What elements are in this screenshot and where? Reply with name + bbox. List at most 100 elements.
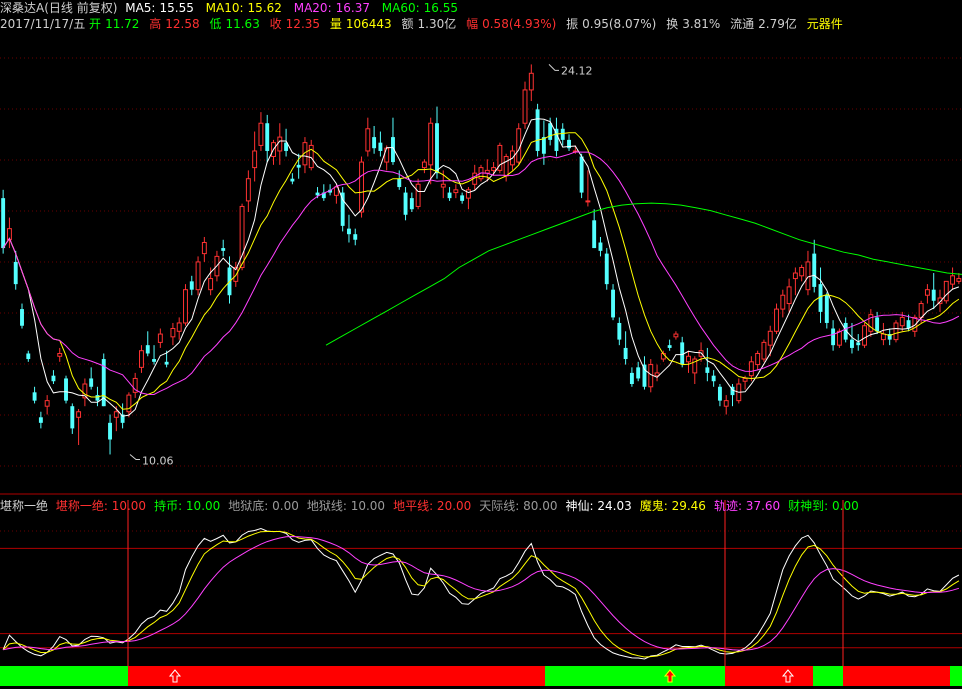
indicator-legend-item: 地平线: 20.00 xyxy=(393,499,472,513)
candle-body xyxy=(918,303,924,318)
indicator-header: 堪称一绝 堪称一绝: 10.00 持币: 10.00 地狱底: 0.00 地狱线: 1… xyxy=(0,498,871,514)
candle-body xyxy=(899,316,905,327)
candle-body xyxy=(195,261,201,291)
candle-body xyxy=(201,242,207,255)
candle-body xyxy=(315,192,320,196)
amplitude-field: 振 0.95(8.07%) xyxy=(566,17,657,31)
candle-body xyxy=(359,161,364,213)
candle-body xyxy=(548,123,553,140)
candle-body xyxy=(365,128,371,152)
candle-body xyxy=(717,386,722,401)
candle-body xyxy=(705,367,710,373)
candle-body xyxy=(856,342,861,346)
candle-body xyxy=(617,322,622,340)
candle-body xyxy=(460,195,465,201)
amount-field: 额 1.30亿 xyxy=(401,17,457,31)
open-field: 开 11.72 xyxy=(89,17,140,31)
candle-body xyxy=(805,261,811,291)
oscillator-devil-line xyxy=(2,531,960,658)
candle-body xyxy=(623,347,628,360)
candle-body xyxy=(252,150,258,169)
float-field: 流通 2.79亿 xyxy=(730,17,797,31)
candle-body xyxy=(535,109,540,151)
candle-body xyxy=(89,378,94,387)
candle-body xyxy=(673,333,679,338)
candle-body xyxy=(629,372,634,384)
candle-body xyxy=(32,392,37,401)
candle-body xyxy=(378,142,383,151)
candle-body xyxy=(164,361,169,365)
candle-body xyxy=(503,156,509,177)
indicator-legend-item: 地狱线: 10.00 xyxy=(306,499,386,513)
candle-body xyxy=(38,417,43,423)
candle-body xyxy=(70,406,75,429)
candle-body xyxy=(108,422,112,440)
candle-body xyxy=(560,128,565,140)
candle-body xyxy=(440,183,446,188)
candle-body xyxy=(347,228,351,235)
candle-body xyxy=(44,400,50,407)
candle-body xyxy=(893,322,899,341)
candle-body xyxy=(139,350,144,368)
candle-body xyxy=(711,375,716,382)
candle-body xyxy=(924,289,930,296)
candle-body xyxy=(862,325,867,346)
candle-body xyxy=(208,278,214,291)
candle-body xyxy=(812,253,817,287)
candle-body xyxy=(836,330,842,346)
low-price-label: 10.06 xyxy=(142,454,174,467)
candle-body xyxy=(372,137,377,149)
candle-body xyxy=(774,308,779,332)
candle-body xyxy=(912,316,918,332)
candle-body xyxy=(353,234,358,240)
buy-signal-segment xyxy=(843,666,950,686)
candle-body xyxy=(421,161,427,169)
candle-body xyxy=(265,123,270,151)
candle-body xyxy=(792,272,798,280)
candle-body xyxy=(522,89,528,124)
candle-body xyxy=(183,289,188,324)
candle-body xyxy=(585,200,591,203)
hold-signal-segment xyxy=(950,666,962,686)
candle-body xyxy=(277,136,283,152)
candle-body xyxy=(95,395,100,401)
candle-body xyxy=(26,353,31,360)
candle-body xyxy=(636,367,641,379)
candle-body xyxy=(528,72,534,91)
candle-body xyxy=(170,328,176,338)
candle-body xyxy=(76,411,82,418)
candle-body xyxy=(767,330,773,346)
period-label: (日线 前复权) xyxy=(44,1,118,15)
candle-body xyxy=(667,345,672,348)
candle-body xyxy=(950,275,956,285)
candle-body xyxy=(290,178,295,182)
candle-body xyxy=(943,280,949,302)
sector-label: 元器件 xyxy=(806,17,843,31)
chart-canvas[interactable]: 24.12 10.06 xyxy=(0,0,962,689)
candle-body xyxy=(723,400,729,407)
candle-body xyxy=(742,377,748,382)
candle-body xyxy=(786,286,792,305)
candle-body xyxy=(465,189,471,199)
turnover-field: 换 3.81% xyxy=(666,17,721,31)
candle-body xyxy=(850,339,854,348)
candle-body xyxy=(686,355,691,363)
candle-body xyxy=(579,156,584,193)
candle-body xyxy=(403,192,408,215)
candle-body xyxy=(453,189,459,194)
candle-body xyxy=(604,253,609,285)
candle-body xyxy=(880,333,886,341)
candle-body xyxy=(176,322,182,332)
ma5-legend: MA5: 15.55 xyxy=(125,1,194,15)
hold-signal-segment xyxy=(0,666,128,686)
candle-body xyxy=(221,248,226,251)
indicator-legend-item: 堪称一绝: 10.00 xyxy=(55,499,147,513)
indicator-legend-item: 持币: 10.00 xyxy=(154,499,221,513)
high-price-label: 24.12 xyxy=(561,64,593,77)
candle-body xyxy=(245,178,251,202)
change-field: 幅 0.58(4.93%) xyxy=(466,17,557,31)
quote-header: 2017/11/17/五 开 11.72 高 12.58 低 11.63 收 12.35… xyxy=(0,16,847,32)
indicator-legend-item: 神仙: 24.03 xyxy=(565,499,632,513)
candle-body xyxy=(113,411,119,418)
candle-body xyxy=(831,328,836,346)
